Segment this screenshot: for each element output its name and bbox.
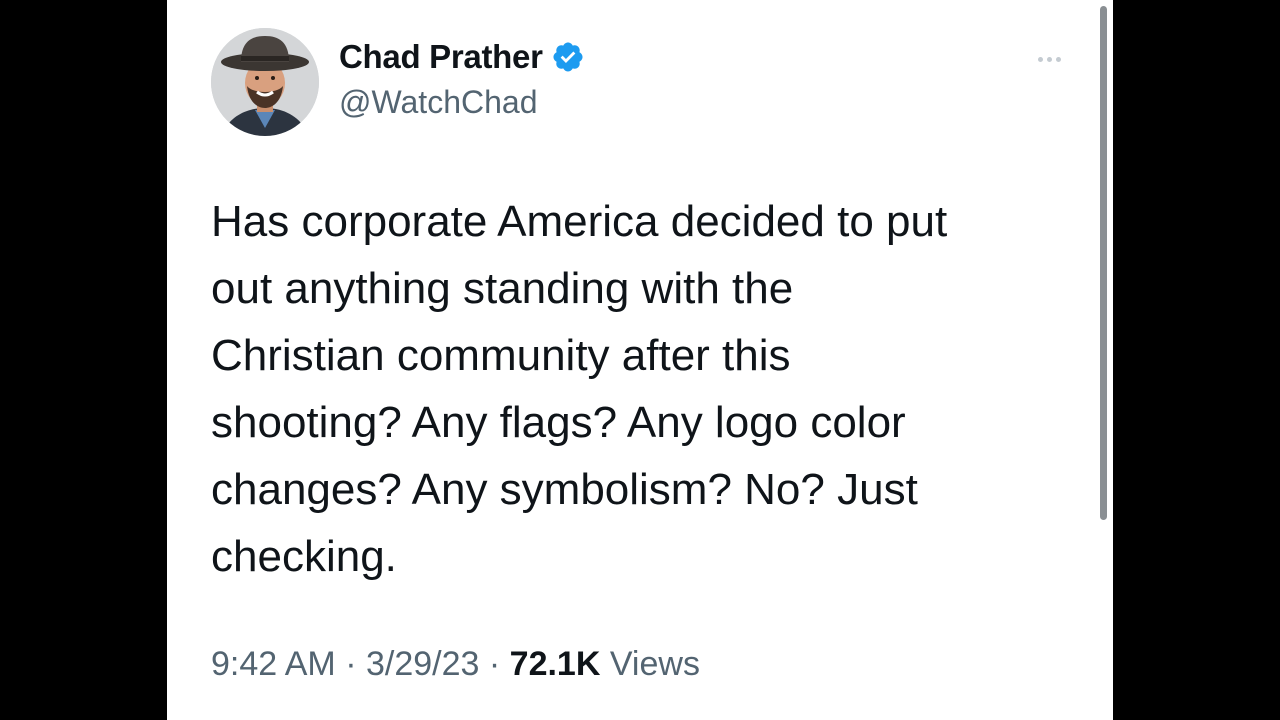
more-dot xyxy=(1037,56,1043,62)
meta-separator: · xyxy=(488,645,501,683)
more-options-icon[interactable] xyxy=(1029,44,1069,74)
tweet-time[interactable]: 9:42 AM xyxy=(211,645,336,683)
author-display-name[interactable]: Chad Prather xyxy=(339,38,543,76)
views-count: 72.1K xyxy=(509,645,601,683)
views-label: Views xyxy=(609,645,700,683)
tweet-date[interactable]: 3/29/23 xyxy=(366,645,479,683)
tweet-metadata: 9:42 AM · 3/29/23 · 72.1K Views xyxy=(211,645,700,684)
meta-separator: · xyxy=(345,645,357,683)
more-dot xyxy=(1055,56,1061,62)
verified-badge-icon xyxy=(551,40,585,74)
avatar[interactable] xyxy=(211,28,319,136)
author-name-row: Chad Prather xyxy=(339,38,585,76)
scrollbar[interactable] xyxy=(1100,6,1107,520)
tweet-text: Has corporate America decided to put out… xyxy=(211,197,948,581)
more-dot xyxy=(1046,56,1052,62)
tweet-card: Chad Prather @WatchChad Has corporate Am… xyxy=(167,0,1113,720)
author-handle[interactable]: @WatchChad xyxy=(339,84,537,121)
avatar-image xyxy=(211,28,319,136)
